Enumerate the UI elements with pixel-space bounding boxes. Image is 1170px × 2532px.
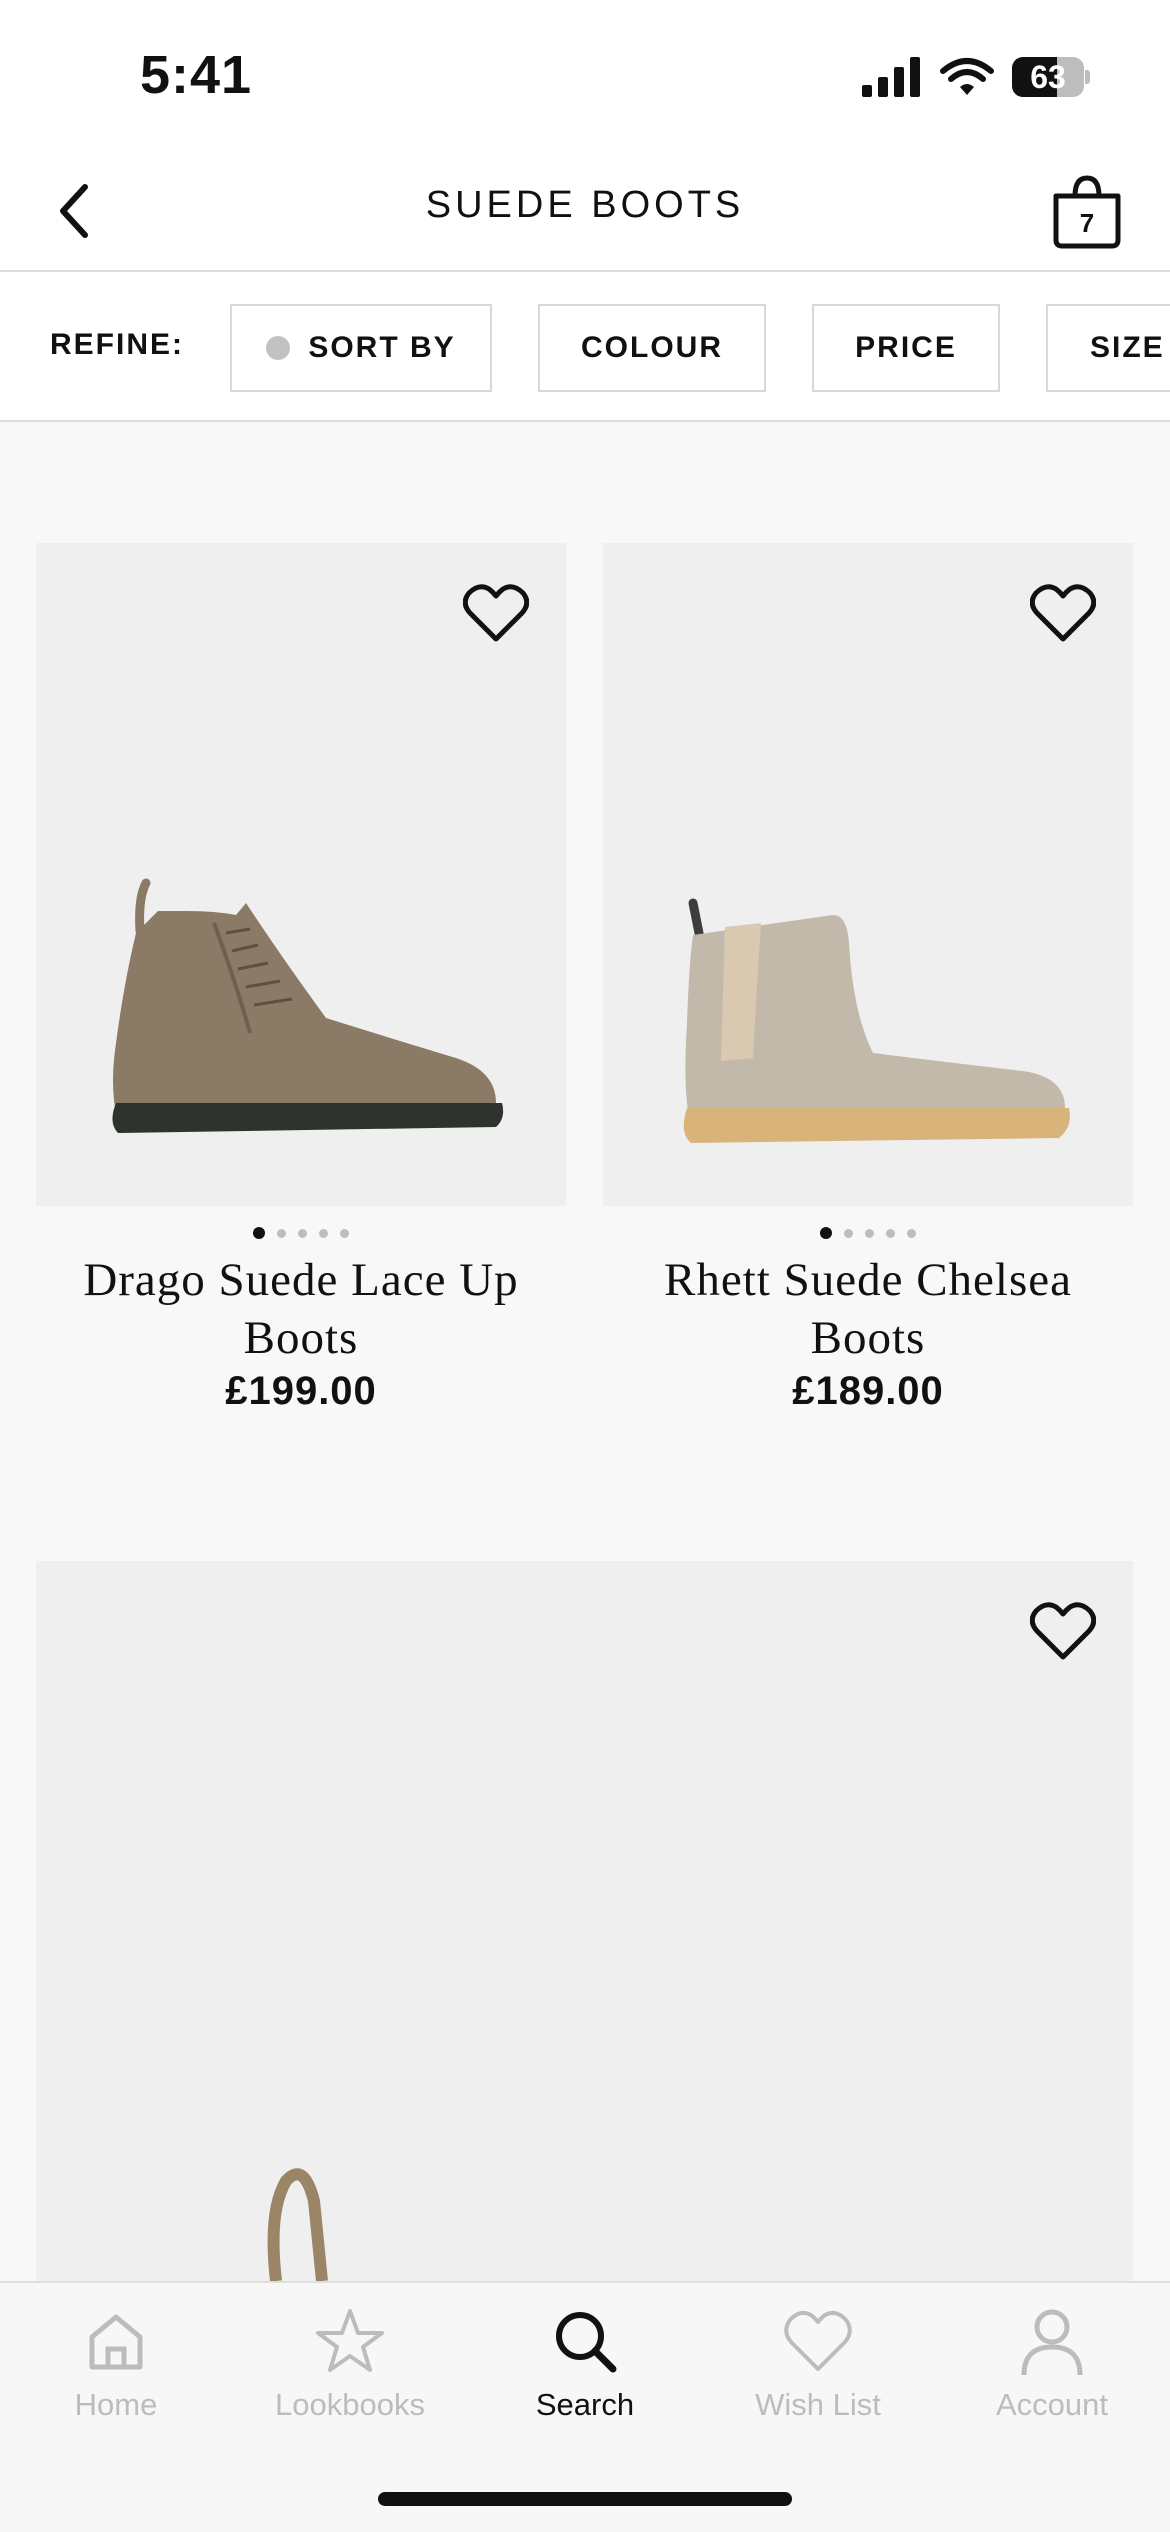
- carousel-dot: [886, 1228, 895, 1238]
- product-card[interactable]: Rhett Suede Chelsea Boots £189.00: [603, 543, 1133, 1443]
- search-icon: [556, 2312, 617, 2373]
- tab-home-label: Home: [74, 2387, 158, 2422]
- tab-lookbooks-label: Lookbooks: [275, 2387, 425, 2422]
- tab-home[interactable]: Home: [16, 2303, 216, 2453]
- product-price: £189.00: [792, 1369, 944, 1413]
- sort-by-label: SORT BY: [308, 331, 456, 364]
- carousel-dot: [253, 1227, 265, 1239]
- tab-account-label: Account: [995, 2387, 1108, 2422]
- wifi-icon: [940, 58, 994, 95]
- product-price: £199.00: [225, 1369, 377, 1413]
- carousel-dot: [340, 1228, 349, 1238]
- carousel-dot: [907, 1228, 916, 1238]
- price-filter-button[interactable]: PRICE: [812, 304, 1000, 392]
- product-image[interactable]: [36, 1561, 1133, 2281]
- wishlist-button[interactable]: [1023, 573, 1103, 653]
- tab-search-label: Search: [535, 2387, 635, 2422]
- page-title: SUEDE BOOTS: [425, 184, 745, 226]
- colour-filter-label: COLOUR: [581, 331, 723, 364]
- bag-count-badge: 7: [1079, 208, 1095, 238]
- carousel-dot: [865, 1228, 874, 1238]
- nav-header: SUEDE BOOTS 7: [0, 150, 1170, 272]
- sort-indicator-icon: [266, 336, 291, 360]
- product-name-line-2: Boots: [810, 1312, 926, 1364]
- product-card[interactable]: [36, 1561, 1133, 2281]
- status-bar: 5:41 63: [0, 0, 1170, 150]
- product-card[interactable]: Drago Suede Lace Up Boots £199.00: [36, 543, 566, 1443]
- home-icon: [89, 2314, 143, 2370]
- sort-by-button[interactable]: SORT BY: [230, 304, 492, 392]
- price-filter-label: PRICE: [855, 331, 957, 364]
- wishlist-button[interactable]: [1023, 1591, 1103, 1671]
- product-name-line-2: Boots: [243, 1312, 359, 1364]
- star-icon: [316, 2309, 384, 2372]
- boot-image: [267, 2168, 328, 2281]
- home-indicator: [378, 2492, 792, 2506]
- account-icon: [1021, 2309, 1083, 2376]
- carousel-dot: [319, 1228, 328, 1238]
- battery-icon: 63: [1012, 57, 1090, 97]
- carousel-dot: [844, 1228, 853, 1238]
- product-name[interactable]: Rhett Suede Chelsea Boots: [603, 1251, 1133, 1367]
- image-carousel-dots: [36, 1223, 566, 1243]
- carousel-dot: [277, 1228, 286, 1238]
- battery-percent: 63: [1030, 59, 1066, 95]
- image-carousel-dots: [603, 1223, 1133, 1243]
- wishlist-button[interactable]: [456, 573, 536, 653]
- product-name[interactable]: Drago Suede Lace Up Boots: [36, 1251, 566, 1367]
- refine-bar: REFINE: SORT BY COLOUR PRICE SIZE: [0, 272, 1170, 422]
- tab-wish-list[interactable]: Wish List: [718, 2303, 918, 2453]
- status-icons: 63: [862, 52, 1090, 102]
- size-filter-label: SIZE: [1090, 331, 1165, 364]
- product-name-line-1: Rhett Suede Chelsea: [664, 1254, 1072, 1306]
- refine-label: REFINE:: [50, 328, 184, 361]
- heart-icon: [1030, 584, 1096, 642]
- tab-search[interactable]: Search: [485, 2303, 685, 2453]
- carousel-dot: [298, 1228, 307, 1238]
- heart-icon: [1030, 1602, 1096, 1660]
- tab-account[interactable]: Account: [952, 2303, 1152, 2453]
- tab-wish-list-label: Wish List: [755, 2387, 881, 2422]
- shopping-bag-button[interactable]: 7: [1044, 170, 1130, 256]
- heart-icon: [784, 2310, 852, 2371]
- carousel-dot: [820, 1227, 832, 1239]
- status-time: 5:41: [140, 45, 253, 105]
- product-image[interactable]: [603, 543, 1133, 1206]
- tab-lookbooks[interactable]: Lookbooks: [250, 2303, 450, 2453]
- size-filter-button[interactable]: SIZE: [1046, 304, 1170, 392]
- heart-icon: [463, 584, 529, 642]
- product-name-line-1: Drago Suede Lace Up: [83, 1254, 519, 1306]
- product-image[interactable]: [36, 543, 566, 1206]
- colour-filter-button[interactable]: COLOUR: [538, 304, 766, 392]
- cellular-signal-icon: [862, 57, 920, 97]
- page: 5:41 63 SUEDE BOOTS 7 REFINE: SORT BY CO…: [0, 0, 1170, 2532]
